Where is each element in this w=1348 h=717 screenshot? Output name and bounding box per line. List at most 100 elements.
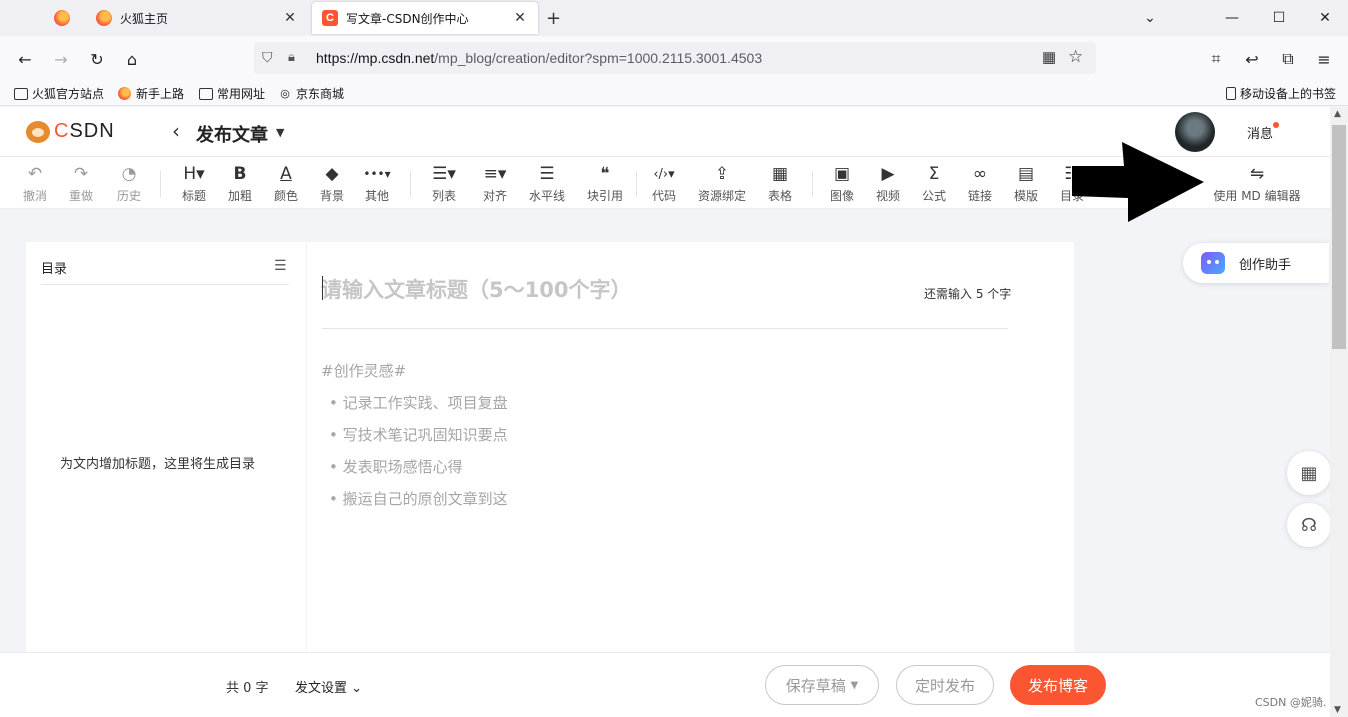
- document-area[interactable]: 还需输入 5 个字 #创作灵感# • 记录工作实践、项目复盘 • 写技术笔记巩固…: [307, 242, 1074, 652]
- firefox-icon: [118, 87, 131, 100]
- messages-link[interactable]: 消息: [1247, 123, 1273, 142]
- menu-icon[interactable]: ≡: [1313, 48, 1335, 70]
- lock-icon[interactable]: 🔒︎: [288, 49, 295, 65]
- history-button[interactable]: ◔ 历史: [107, 163, 151, 205]
- bookmark-item[interactable]: 常用网址: [199, 85, 265, 102]
- browser-navbar: ← → ↻ ⌂ ⛉ 🔒︎ https://mp.csdn.net/mp_blog…: [0, 36, 1348, 80]
- minimize-button[interactable]: —: [1209, 0, 1255, 36]
- quote-icon: ❝: [600, 164, 610, 184]
- align-button[interactable]: ≡▾ 对齐: [473, 163, 517, 205]
- toolbar-divider: [636, 171, 637, 197]
- text-cursor: [322, 276, 323, 300]
- toc-empty-text: 为文内增加标题，这里将生成目录: [60, 457, 256, 472]
- article-title-input[interactable]: [321, 274, 901, 306]
- bookmark-item[interactable]: 火狐官方站点: [14, 85, 104, 102]
- heading-button[interactable]: H▾ 标题: [172, 163, 216, 205]
- reload-icon[interactable]: ↻: [86, 48, 108, 70]
- bookmark-item[interactable]: ◎ 京东商城: [278, 85, 344, 102]
- extensions-icon[interactable]: ⧉: [1277, 48, 1299, 70]
- inspiration-item: • 写技术笔记巩固知识要点: [329, 426, 508, 444]
- list-tabs-icon[interactable]: ⌄: [1127, 0, 1173, 36]
- schedule-publish-button[interactable]: 定时发布: [896, 665, 994, 705]
- table-button[interactable]: ▦ 表格: [758, 163, 802, 205]
- annotation-arrow-icon: [1072, 142, 1204, 222]
- bookmarks-bar: 火狐官方站点 新手上路 常用网址 ◎ 京东商城 移动设备上的书签: [0, 80, 1348, 106]
- globe-icon: ◎: [280, 87, 290, 100]
- scroll-down-icon[interactable]: ▼: [1334, 705, 1341, 715]
- tab-csdn-editor[interactable]: C 写文章-CSDN创作中心 ✕: [312, 2, 538, 34]
- scroll-thumb[interactable]: [1332, 125, 1346, 349]
- close-tab-icon[interactable]: ✕: [282, 10, 298, 26]
- bold-button[interactable]: B 加粗: [218, 163, 262, 205]
- inspiration-item: • 发表职场感悟心得: [329, 458, 463, 476]
- csdn-logo[interactable]: C SDN: [26, 120, 115, 143]
- tab-firefox-home[interactable]: 火狐主页 ✕: [86, 0, 308, 36]
- scroll-up-icon[interactable]: ▲: [1334, 109, 1341, 119]
- collapse-toc-icon[interactable]: ☰: [274, 258, 287, 274]
- close-tab-icon[interactable]: ✕: [512, 10, 528, 26]
- watermark: CSDN @妮骑.: [1255, 696, 1327, 709]
- md-editor-switch[interactable]: ⇋ 使用 MD 编辑器: [1202, 163, 1312, 205]
- more-dots-icon: •••▾: [363, 167, 391, 181]
- firefox-icon: [54, 10, 70, 26]
- page-title[interactable]: 发布文章: [196, 121, 268, 147]
- qrcode-icon[interactable]: ▦: [1042, 48, 1056, 66]
- screenshot-icon[interactable]: ⌗: [1205, 48, 1227, 70]
- home-icon[interactable]: ⌂: [121, 48, 143, 70]
- headset-icon[interactable]: ☊: [1287, 503, 1331, 547]
- back-arrow-icon[interactable]: ←: [14, 48, 36, 70]
- formula-button[interactable]: Σ 公式: [912, 163, 956, 205]
- url-text[interactable]: https://mp.csdn.net/mp_blog/creation/edi…: [316, 50, 762, 66]
- bold-icon: B: [233, 164, 247, 184]
- upload-icon: ⇪: [714, 164, 730, 184]
- bookmark-star-icon[interactable]: ☆: [1068, 47, 1083, 67]
- video-button[interactable]: ▶ 视频: [866, 163, 910, 205]
- list-button[interactable]: ☰▾ 列表: [422, 163, 466, 205]
- background-button[interactable]: ◆ 背景: [310, 163, 354, 205]
- toc-panel: 目录 ☰ 为文内增加标题，这里将生成目录: [26, 242, 306, 652]
- publish-settings-dropdown[interactable]: 发文设置 ⌄: [295, 677, 362, 696]
- horizontal-rule-icon: ☰: [539, 164, 555, 184]
- tab-label: 火狐主页: [120, 11, 169, 26]
- video-icon: ▶: [881, 164, 895, 184]
- color-button[interactable]: A 颜色: [264, 163, 308, 205]
- maximize-button[interactable]: ☐: [1256, 0, 1302, 36]
- back-chevron-icon[interactable]: ‹: [172, 119, 180, 143]
- mobile-bookmarks[interactable]: 移动设备上的书签: [1226, 85, 1336, 102]
- page-scrollbar[interactable]: ▲ ▼: [1330, 107, 1348, 717]
- code-button[interactable]: ‹/›▾ 代码: [642, 163, 686, 205]
- mobile-icon: [1226, 87, 1236, 100]
- link-button[interactable]: ∞ 链接: [958, 163, 1002, 205]
- code-icon: ‹/›▾: [653, 166, 675, 182]
- divider: [322, 328, 1008, 329]
- qrcode-icon[interactable]: ▦: [1287, 451, 1331, 495]
- template-button[interactable]: ▤ 模版: [1004, 163, 1048, 205]
- address-bar[interactable]: ⛉ 🔒︎ https://mp.csdn.net/mp_blog/creatio…: [254, 42, 1096, 74]
- link-icon: ∞: [972, 164, 988, 184]
- folder-icon: [199, 87, 213, 100]
- horizontal-rule-button[interactable]: ☰ 水平线: [525, 163, 569, 205]
- writing-assistant-button[interactable]: 创作助手: [1183, 243, 1329, 283]
- chevron-down-icon: ⌄: [351, 681, 363, 696]
- redo-button[interactable]: ↷ 重做: [59, 163, 103, 205]
- bookmark-item[interactable]: 新手上路: [118, 85, 184, 102]
- undo-icon: ↶: [27, 164, 43, 184]
- folder-icon: [14, 87, 28, 100]
- firefox-icon: [96, 10, 112, 26]
- new-tab-button[interactable]: +: [546, 8, 561, 29]
- close-window-button[interactable]: ✕: [1302, 0, 1348, 36]
- caret-down-icon[interactable]: ▼: [276, 126, 284, 139]
- forward-arrow-icon[interactable]: →: [50, 48, 72, 70]
- font-color-icon: A: [280, 164, 292, 184]
- undo-button[interactable]: ↶ 撤消: [13, 163, 57, 205]
- more-button[interactable]: •••▾ 其他: [355, 163, 399, 205]
- image-button[interactable]: ▣ 图像: [820, 163, 864, 205]
- pinned-tab[interactable]: [40, 0, 84, 36]
- undo-close-icon[interactable]: ↩: [1241, 48, 1263, 70]
- publish-button[interactable]: 发布博客: [1010, 665, 1106, 705]
- blockquote-button[interactable]: ❝ 块引用: [583, 163, 627, 205]
- shield-icon[interactable]: ⛉: [262, 49, 273, 66]
- save-draft-button[interactable]: 保存草稿 ▼: [765, 665, 879, 705]
- resource-bind-button[interactable]: ⇪ 资源绑定: [690, 163, 754, 205]
- sigma-icon: Σ: [928, 164, 940, 184]
